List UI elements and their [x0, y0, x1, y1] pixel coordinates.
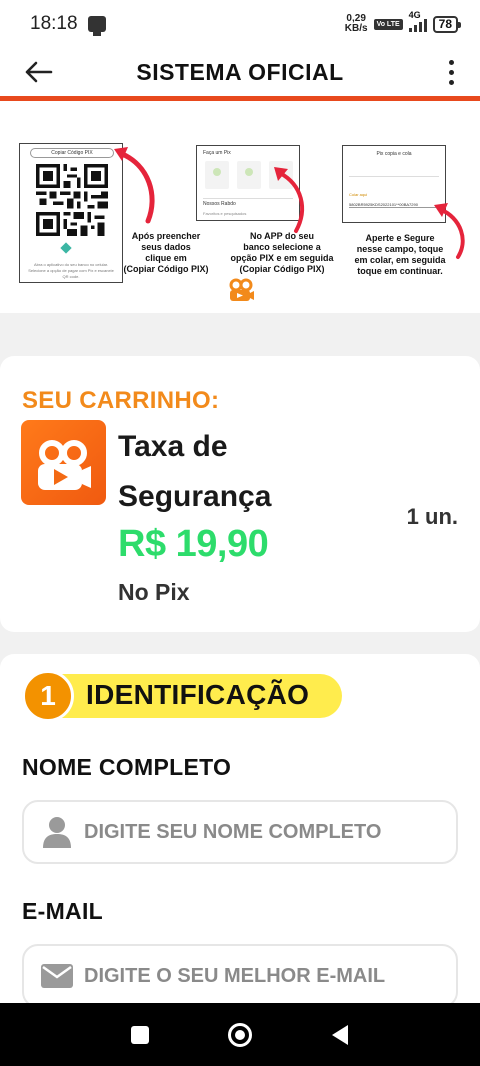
step-caption-1: Após preencher seus dados clique em (Copiar…	[123, 231, 209, 274]
payment-method-note: No Pix	[118, 579, 190, 605]
step-number-badge: 1	[22, 670, 74, 722]
app-section-row: Favoritos e pesquisados	[203, 211, 247, 216]
envelope-icon	[40, 959, 74, 993]
copy-field-label: Colar aqui	[349, 192, 368, 197]
email-field[interactable]	[22, 944, 458, 1008]
network-speed: 0,29 KB/s	[345, 14, 368, 34]
name-field-label: NOME COMPLETO	[22, 754, 232, 780]
qr-code-icon	[36, 164, 108, 236]
cart-card: SEU CARRINHO: Taxa de Segurança R$ 19,90…	[0, 356, 480, 632]
name-input[interactable]	[84, 820, 444, 844]
name-field[interactable]	[22, 800, 458, 864]
step-caption-3: Aperte e Segure nesse campo, toque em cola…	[354, 233, 446, 276]
status-time: 18:18	[30, 13, 78, 34]
app-bar: SISTEMA OFICIAL	[0, 48, 480, 96]
email-field-label: E-MAIL	[22, 898, 104, 924]
square-icon	[131, 1025, 149, 1044]
app-screen-title: Faça um Pix	[203, 150, 231, 156]
volte-icon: Vo LTE	[373, 18, 403, 30]
curved-arrow-icon	[274, 167, 305, 233]
notification-icon	[87, 16, 106, 36]
triangle-back-icon	[332, 1024, 348, 1045]
copy-code-text: 5802BR5925KDS2022101**00BA7290	[349, 202, 439, 208]
qr-code-screenshot: Copiar Código PIX Abra o aplicativo do s…	[19, 143, 123, 283]
more-options-button[interactable]	[436, 54, 466, 90]
person-icon	[40, 815, 74, 849]
product-image	[21, 420, 106, 505]
battery-icon: 78	[432, 15, 462, 33]
product-name: Taxa de Segurança	[118, 430, 272, 513]
product-price: R$ 19,90	[118, 523, 269, 565]
system-navigation-bar	[0, 1003, 480, 1066]
signal-icon: 4G	[408, 10, 427, 32]
home-button[interactable]	[220, 1015, 260, 1055]
status-indicators: 0,29 KB/s Vo LTE 4G 78	[345, 10, 462, 34]
kwai-logo-icon	[229, 278, 254, 301]
network-type: 4G	[408, 10, 421, 20]
cart-heading: SEU CARRINHO:	[22, 387, 220, 414]
product-quantity: 1 un.	[406, 504, 458, 529]
copy-pix-pill: Copiar Código PIX	[30, 148, 114, 158]
more-vertical-icon	[448, 59, 454, 65]
copy-screen-title: Pix copia e cola	[376, 151, 412, 157]
step-caption-2: No APP do seu banco selecione a opção PIX …	[230, 231, 334, 274]
back-button[interactable]	[20, 54, 56, 90]
circle-icon	[228, 1022, 252, 1047]
app-section-title: Nossos Rabdo	[203, 201, 236, 207]
kwai-logo-icon	[38, 440, 91, 490]
back-nav-button[interactable]	[320, 1015, 360, 1055]
email-input[interactable]	[84, 964, 444, 988]
qr-instructions-text: Abra o aplicativo do seu banco no celula…	[28, 262, 114, 279]
page-title: SISTEMA OFICIAL	[136, 58, 344, 85]
step-title: IDENTIFICAÇÃO	[86, 679, 310, 710]
app-tile-receive	[237, 161, 261, 189]
pix-instructions-banner: Copiar Código PIX Abra o aplicativo do s…	[0, 101, 480, 313]
network-speed-unit: KB/s	[344, 23, 368, 34]
arrow-left-icon	[25, 61, 53, 83]
curved-arrow-icon	[114, 147, 155, 224]
status-bar: 18:18 0,29 KB/s Vo LTE 4G 78	[0, 0, 480, 48]
battery-level: 78	[438, 16, 452, 31]
pix-logo-icon	[60, 242, 72, 254]
app-tile-pay	[205, 161, 229, 189]
recents-button[interactable]	[120, 1015, 160, 1055]
